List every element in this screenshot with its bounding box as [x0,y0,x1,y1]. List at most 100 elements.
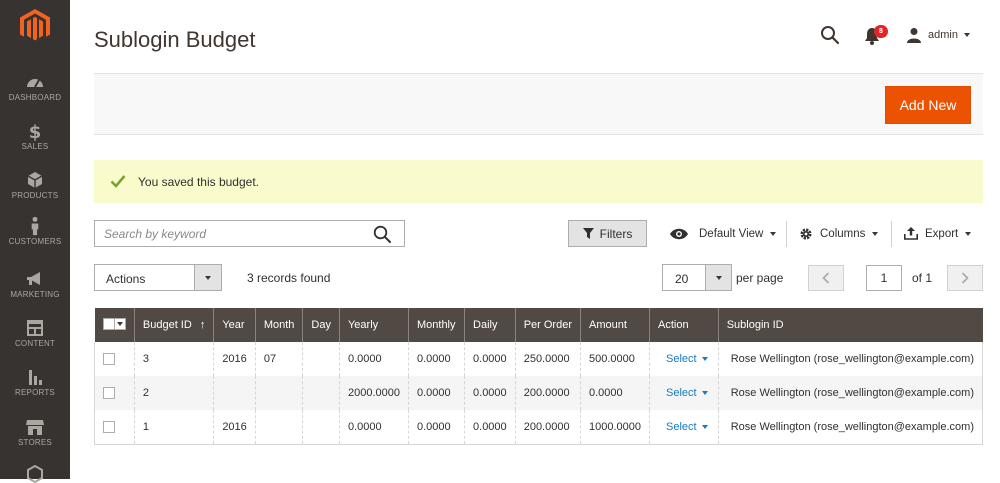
table-row: 3 2016 07 0.0000 0.0000 0.0000 250.0000 … [94,342,983,376]
nav-marketing[interactable]: MARKETING [0,269,70,299]
cell-daily: 0.0000 [464,342,516,376]
chevron-down-icon [701,391,708,396]
export-control[interactable]: Export [904,220,972,247]
cell-year: 2016 [213,410,256,444]
checkbox-icon [103,319,115,329]
user-icon [907,28,921,43]
nav-label: CUSTOMERS [8,237,62,246]
column-header-sublogin-id[interactable]: Sublogin ID [718,308,983,342]
gear-icon [800,228,812,239]
mass-select-header[interactable] [94,308,135,342]
view-switcher[interactable]: Default View [669,220,777,247]
row-action-label: Select [666,387,697,399]
toolbar-divider [786,221,787,247]
chevron-down-icon [116,322,123,326]
table-row: 2 2000.0000 0.0000 0.0000 200.0000 0.000… [94,376,983,410]
nav-stores[interactable]: STORES [0,417,70,447]
current-page-input[interactable] [866,265,902,291]
column-header-amount[interactable]: Amount [580,308,650,342]
nav-content[interactable]: CONTENT [0,318,70,348]
cell-budget-id: 2 [134,376,215,410]
row-select-cell [94,342,135,376]
columns-control[interactable]: Columns [799,220,879,247]
row-action-label: Select [666,353,697,365]
add-new-button[interactable]: Add New [885,86,971,124]
nav-products[interactable]: PRODUCTS [0,170,70,200]
column-header-year[interactable]: Year [213,308,256,342]
row-action-select[interactable]: Select [666,421,708,433]
nav-dashboard[interactable]: DASHBOARD [0,72,70,102]
row-checkbox[interactable] [103,420,115,433]
export-label: Export [925,227,959,240]
chevron-down-icon [715,275,722,280]
next-page-button[interactable] [947,265,983,291]
column-header-monthly[interactable]: Monthly [408,308,466,342]
column-header-budget-id[interactable]: Budget ID ↑ [134,308,215,342]
column-header-action: Action [649,308,719,342]
column-header-yearly[interactable]: Yearly [339,308,409,342]
success-message: You saved this budget. [94,160,983,203]
nav-label: SALES [21,142,49,151]
chevron-down-icon [963,33,970,37]
row-checkbox[interactable] [103,353,115,366]
magento-logo-icon[interactable] [20,9,50,43]
funnel-icon [582,228,594,239]
hexagon-icon[interactable] [27,465,43,483]
nav-label: STORES [18,438,52,447]
previous-page-button[interactable] [808,265,844,291]
per-page-toggle[interactable] [705,265,731,290]
cell-action: Select [649,410,719,444]
search-icon[interactable] [373,225,391,243]
sort-ascending-icon: ↑ [199,319,206,331]
nav-sales[interactable]: $ SALES [0,121,70,151]
chevron-right-icon [961,272,969,284]
cell-amount: 500.0000 [580,342,650,376]
mass-actions-dropdown[interactable]: Actions [94,264,222,291]
megaphone-icon [27,272,40,285]
column-header-per-order[interactable]: Per Order [515,308,582,342]
cell-action: Select [649,376,719,410]
storefront-icon [26,420,44,435]
mass-actions-label: Actions [106,272,146,286]
column-label: Budget ID [142,319,192,331]
person-icon [31,216,39,236]
cell-month [255,410,304,444]
table-row: 1 2016 0.0000 0.0000 0.0000 200.0000 100… [94,410,983,444]
keyword-search-input[interactable] [95,221,365,246]
cell-amount: 0.0000 [580,376,650,410]
cell-monthly: 0.0000 [408,342,466,376]
admin-user-menu[interactable]: admin [906,26,970,44]
row-checkbox[interactable] [103,387,115,400]
mass-actions-toggle[interactable] [194,265,221,290]
row-action-select[interactable]: Select [666,353,708,365]
chevron-down-icon [770,231,777,236]
cell-per-order: 250.0000 [515,342,582,376]
per-page-select[interactable]: 20 [662,264,732,291]
columns-label: Columns [820,227,866,240]
row-action-select[interactable]: Select [666,387,708,399]
nav-label: PRODUCTS [11,191,59,200]
nav-customers[interactable]: CUSTOMERS [0,216,70,246]
view-label: Default View [699,227,764,240]
column-header-month[interactable]: Month [255,308,304,342]
column-header-daily[interactable]: Daily [464,308,516,342]
cell-sublogin-id: Rose Wellington (rose_wellington@example… [718,376,983,410]
cell-budget-id: 1 [134,410,215,444]
cell-sublogin-id: Rose Wellington (rose_wellington@example… [718,342,983,376]
column-header-day[interactable]: Day [302,308,340,342]
cell-monthly: 0.0000 [408,376,466,410]
global-search-icon[interactable] [820,25,840,45]
cell-amount: 1000.0000 [580,410,650,444]
cell-day [302,376,340,410]
filters-button[interactable]: Filters [568,220,647,247]
cell-action: Select [649,342,719,376]
svg-text:$: $ [29,122,42,141]
records-found: 3 records found [247,271,331,285]
cell-monthly: 0.0000 [408,410,466,444]
cell-daily: 0.0000 [464,410,516,444]
nav-reports[interactable]: REPORTS [0,367,70,397]
mass-select-checkbox[interactable] [102,318,126,330]
chevron-down-icon [701,424,708,429]
notification-count-badge[interactable]: 8 [874,25,888,38]
keyword-search [94,220,405,247]
